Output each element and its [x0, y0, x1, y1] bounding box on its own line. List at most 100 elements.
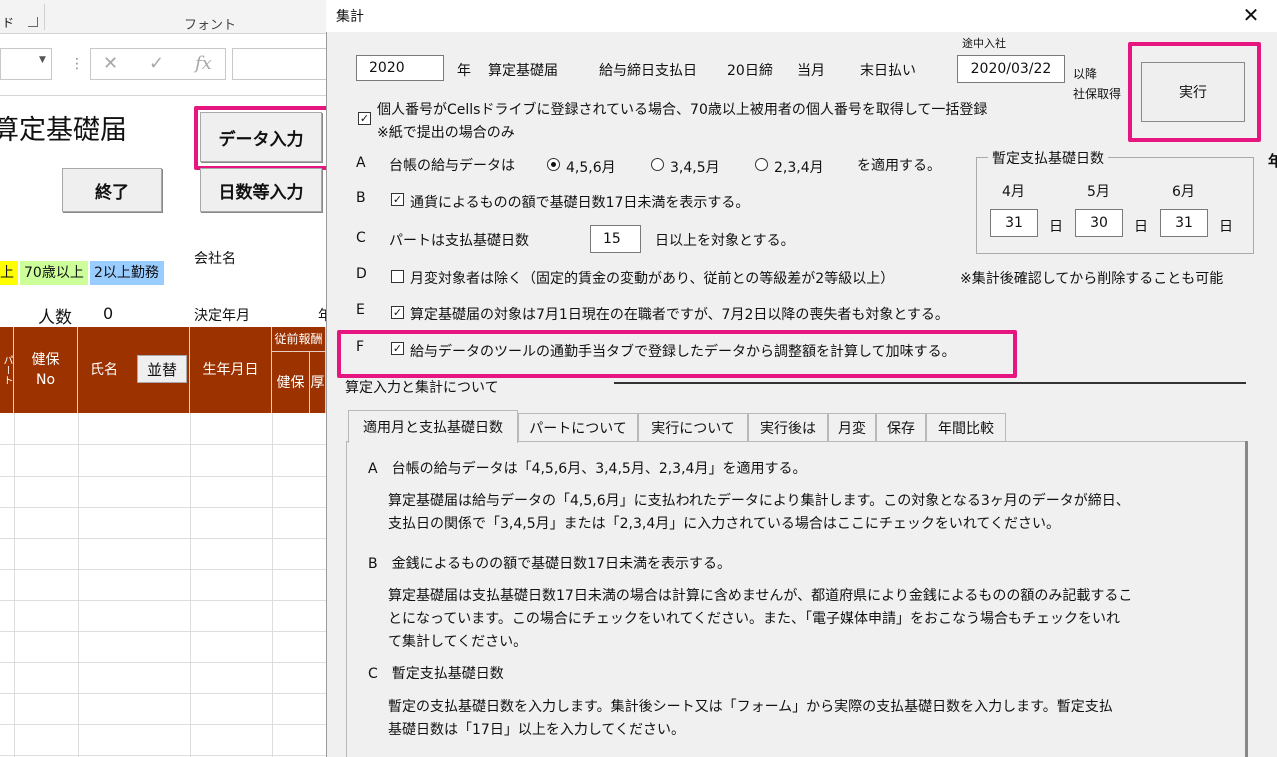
edge-fragment: 年 [1268, 152, 1277, 170]
chevron-down-icon[interactable]: ▼ [39, 55, 46, 65]
grid-line [0, 693, 326, 694]
grid-line [0, 631, 326, 632]
cancel-icon[interactable]: ✕ [103, 53, 118, 74]
ribbon-separator [44, 4, 45, 30]
formula-buttons: ✕ ✓ fx [90, 48, 226, 80]
grid-line [190, 413, 191, 757]
april-days-input[interactable]: 31 [990, 209, 1038, 237]
cutoff-label: 20日締 [727, 63, 773, 79]
help-c-title: C 暫定支払基礎日数 [368, 666, 504, 682]
decision-year-label: 決定年月 [194, 308, 250, 324]
help-b-body-1: 算定基礎届は支払基礎日数17日未満の場合は計算に含めませんが、都道府県により金銭… [388, 588, 1133, 604]
help-a-body-1: 算定基礎届は給与データの「4,5,6月」に支払われたデータにより集計します。この… [388, 493, 1130, 509]
name-box[interactable]: ▼ [0, 48, 52, 80]
formula-bar-grip-icon: ⋮ [70, 56, 84, 72]
radio-234[interactable] [755, 158, 768, 171]
june-days-unit: 日 [1219, 219, 1233, 235]
tab-save[interactable]: 保存 [876, 413, 926, 442]
tab-execution[interactable]: 実行について [638, 413, 748, 442]
legend-over: 上 [0, 261, 18, 285]
month-label: 当月 [797, 63, 825, 79]
tab-after-run[interactable]: 実行後は [748, 413, 828, 442]
radio-345[interactable] [651, 158, 664, 171]
radio-345-label[interactable]: 3,4,5月 [670, 157, 720, 177]
dialog-titlebar [326, 0, 1277, 32]
mynumber-checkbox[interactable]: ✓ [358, 112, 371, 125]
help-a-title: A 台帳の給与データは「4,5,6月、3,4,5月、2,3,4月」を適用する。 [368, 461, 807, 477]
april-days-unit: 日 [1049, 219, 1063, 235]
option-d-label: 月変対象者は除く（固定的賃金の変動があり、従前との等級差が2等級以上） [410, 271, 895, 287]
close-icon[interactable]: ✕ [1238, 2, 1264, 28]
help-b-title: B 金銭によるものの額で基礎日数17日未満を表示する。 [368, 556, 731, 572]
enter-icon[interactable]: ✓ [149, 53, 164, 74]
may-days-unit: 日 [1134, 219, 1148, 235]
tab-annual-compare[interactable]: 年間比較 [926, 413, 1006, 442]
option-c-suffix: 日以上を対象とする。 [655, 233, 795, 249]
option-c-letter: C [356, 230, 366, 246]
formula-input[interactable] [232, 48, 332, 80]
sort-button[interactable]: 並替 [137, 355, 187, 383]
grid-line [0, 444, 326, 445]
header-previous-pay: 従前報酬 [272, 327, 326, 352]
function-icon[interactable]: fx [195, 53, 212, 74]
end-button[interactable]: 終了 [62, 168, 162, 212]
option-e-letter: E [356, 302, 365, 318]
option-e-checkbox[interactable]: ✓ [391, 306, 404, 319]
provisional-days-title: 暫定支払基礎日数 [988, 148, 1108, 168]
grid-line [0, 507, 326, 508]
header-part: パート [0, 327, 14, 413]
option-d-checkbox[interactable] [391, 270, 404, 283]
june-days-input[interactable]: 31 [1160, 209, 1208, 237]
year-input[interactable]: 2020 [356, 55, 444, 81]
grid-line [0, 569, 326, 570]
part-days-input[interactable]: 15 [590, 225, 641, 253]
legend-over-70: 70歳以上 [20, 261, 88, 285]
may-days-input[interactable]: 30 [1075, 209, 1123, 237]
midjoin-date-input[interactable]: 2020/03/22 [957, 55, 1065, 83]
option-a-suffix: を適用する。 [857, 158, 941, 174]
may-label: 5月 [1087, 184, 1110, 200]
dialog-launcher-icon[interactable] [28, 17, 38, 27]
days-input-button[interactable]: 日数等入力 [200, 168, 322, 212]
option-b-label: 通貨によるものの額で基礎日数17日未満を表示する。 [410, 195, 750, 211]
option-d-note: ※集計後確認してから削除することも可能 [960, 271, 1224, 287]
help-a-body-2: 支払日の関係で「3,4,5月」または「2,3,4月」に入力されている場合はここに… [388, 516, 1060, 532]
after-label: 以降 [1073, 67, 1098, 81]
help-header-rule [614, 382, 1246, 384]
help-b-body-3: て集計してください。 [388, 634, 528, 650]
panel-scrollbar[interactable] [1245, 441, 1248, 757]
year-unit: 年 [457, 63, 471, 79]
help-c-body-2: 基礎日数は「17日」以上を入力してください。 [388, 722, 685, 738]
help-b-body-2: とになっています。この場合にチェックをいれてください。また、「電子媒体申請」をお… [388, 611, 1121, 627]
header-pension: 厚 [310, 352, 326, 413]
header-birthdate: 生年月日 [190, 327, 272, 413]
option-a-letter: A [356, 155, 366, 171]
count-label: 人数 [38, 308, 72, 328]
option-c-label: パートは支払基礎日数 [389, 233, 529, 249]
ribbon-fragment: ド [2, 16, 15, 30]
acquisition-label: 社保取得 [1073, 87, 1122, 101]
radio-456[interactable] [547, 158, 560, 171]
highlight-data-input [194, 106, 330, 170]
grid-line [0, 538, 326, 539]
tab-part-time[interactable]: パートについて [518, 413, 638, 442]
option-d-letter: D [356, 266, 367, 282]
highlight-option-f [337, 330, 1017, 378]
tab-monthly-change[interactable]: 月変 [828, 413, 876, 442]
radio-234-label[interactable]: 2,3,4月 [774, 157, 824, 177]
form-name: 算定基礎届 [488, 63, 558, 79]
radio-456-label[interactable]: 4,5,6月 [566, 157, 616, 177]
grid-line [272, 413, 273, 757]
midjoin-label: 途中入社 [962, 37, 1006, 50]
end-pay-label: 末日払い [860, 63, 916, 79]
provisional-days-group [976, 157, 1254, 254]
mynumber-note: ※紙で提出の場合のみ [377, 125, 515, 141]
option-b-checkbox[interactable]: ✓ [391, 193, 404, 206]
option-a-label: 台帳の給与データは [389, 158, 515, 174]
grid-line [14, 413, 15, 757]
grid-line [78, 413, 79, 757]
header-health-no: 健保No [14, 327, 78, 413]
april-label: 4月 [1002, 184, 1025, 200]
company-label: 会社名 [194, 251, 236, 267]
tab-months-and-days[interactable]: 適用月と支払基礎日数 [348, 410, 518, 443]
